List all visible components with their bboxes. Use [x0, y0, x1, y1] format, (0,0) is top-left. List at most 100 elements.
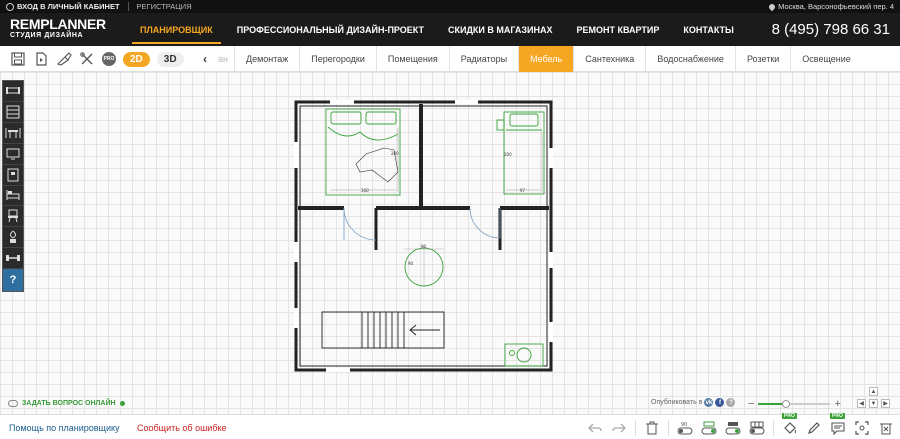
tabs-prev-arrow[interactable]: ‹ [200, 46, 210, 72]
doors [343, 207, 501, 241]
nightstand [496, 119, 505, 131]
gym-icon[interactable] [3, 248, 23, 270]
user-icon [6, 2, 14, 11]
vk-icon[interactable]: vk [704, 398, 714, 407]
category-tab[interactable]: Перегородки [299, 46, 376, 72]
pan-down-icon[interactable]: ▼ [869, 399, 878, 408]
bed2-length-label: 200 [504, 152, 512, 157]
zoom-slider-knob[interactable] [781, 400, 790, 408]
clear-plan-icon[interactable] [878, 420, 894, 436]
plant-icon[interactable] [3, 227, 23, 249]
pencil-icon[interactable] [806, 420, 822, 436]
logo-subtitle: СТУДИЯ ДИЗАЙНА [10, 32, 84, 39]
pan-controls: ▲ ◀ ▼ ▶ [854, 387, 894, 409]
online-status-dot [119, 401, 125, 406]
tab-faded[interactable]: ан [212, 46, 234, 72]
open-file-icon[interactable] [33, 51, 49, 67]
category-tab[interactable]: Мебель [518, 46, 574, 72]
category-tab[interactable]: Водоснабжение [645, 46, 735, 72]
nav-item[interactable]: Скидки в магазинах [436, 13, 564, 46]
single-bed-pillow [509, 113, 539, 127]
bottom-bar: Помощь по планировщику Сообщить об ошибк… [0, 412, 900, 439]
dining-table-icon[interactable] [3, 123, 23, 144]
tool-icons: PRO 2D 3D [10, 46, 184, 72]
chair-icon[interactable] [3, 206, 23, 228]
toggle-grid-icon[interactable] [749, 420, 765, 436]
location: Москва, Варсонофьевский пер. 4 [767, 0, 894, 13]
mode-3d-button[interactable]: 3D [156, 51, 184, 67]
nav-item[interactable]: Планировщик [128, 13, 225, 46]
phone-number[interactable]: 8 (495) 798 66 31 [772, 13, 890, 46]
report-error-link[interactable]: Сообщить об ошибке [137, 423, 227, 433]
tv-icon[interactable] [3, 144, 23, 165]
furniture [325, 108, 545, 367]
redo-icon[interactable] [611, 420, 627, 436]
mode-2d-button[interactable]: 2D [123, 51, 150, 67]
outer-wall-inner [299, 105, 548, 367]
zoom-out-button[interactable]: − [748, 398, 754, 410]
facebook-icon[interactable]: f [715, 398, 725, 407]
ask-online-label: ЗАДАТЬ ВОПРОС ОНЛАЙН [22, 400, 116, 407]
bed2-width-label: 97 [520, 188, 526, 193]
divider [773, 419, 774, 436]
door-arc-right [469, 207, 501, 239]
pro-tag: PRO [782, 412, 797, 419]
small-item [509, 350, 515, 356]
tools-icon[interactable] [79, 51, 95, 67]
help-button[interactable]: ? [3, 269, 23, 292]
sofa-icon[interactable] [3, 81, 23, 102]
category-tab[interactable]: Помещения [375, 46, 449, 72]
nav-item[interactable]: Контакты [671, 13, 745, 46]
zoom-slider[interactable] [758, 400, 831, 408]
plan-canvas[interactable]: 160 200 97 200 90 90 [0, 72, 900, 414]
location-label: Москва, Варсонофьевский пер. 4 [778, 2, 894, 11]
map-pin-icon [767, 2, 777, 11]
floor-plan[interactable]: 160 200 97 200 90 90 [0, 72, 900, 414]
small-round-seat [516, 347, 532, 363]
category-tab[interactable]: Освещение [790, 46, 862, 72]
logo[interactable]: REMPLANNER СТУДИЯ ДИЗАЙНА [10, 17, 110, 43]
brush-icon[interactable] [56, 51, 72, 67]
pan-up-icon[interactable]: ▲ [869, 387, 878, 396]
zoom-control: − + [748, 398, 841, 410]
pan-right-icon[interactable]: ▶ [881, 399, 890, 408]
category-tab[interactable]: Демонтаж [233, 46, 299, 72]
bed-icon[interactable] [3, 186, 23, 207]
toggle-walls-icon[interactable] [725, 420, 741, 436]
category-tab[interactable]: Розетки [734, 46, 790, 72]
divider [127, 2, 129, 11]
register-link[interactable]: РЕГИСТРАЦИЯ [137, 2, 192, 11]
nav-menu: Планировщик Профессиональный дизайн-проек… [128, 13, 746, 46]
help-link[interactable]: Помощь по планировщику [9, 423, 120, 433]
save-icon[interactable] [10, 51, 26, 67]
pro-badge[interactable]: PRO [102, 52, 116, 66]
zoom-in-button[interactable]: + [834, 398, 840, 410]
login-link[interactable]: ВХОД В ЛИЧНЫЙ КАБИНЕТ [6, 2, 120, 11]
table-depth-label: 90 [408, 261, 414, 266]
pan-left-icon[interactable]: ◀ [857, 399, 866, 408]
top-utility-bar: ВХОД В ЛИЧНЫЙ КАБИНЕТ РЕГИСТРАЦИЯ Москва… [0, 0, 900, 13]
comment-icon[interactable]: PRO [830, 412, 846, 436]
publish-bar: Опубликовать в vk f ? [651, 398, 736, 407]
category-tab[interactable]: Радиаторы [448, 46, 518, 72]
cabinet-icon[interactable] [3, 165, 23, 186]
category-tab[interactable]: Сантехника [573, 46, 645, 72]
double-bed [325, 108, 401, 196]
fit-screen-icon[interactable] [854, 420, 870, 436]
category-tabs: ан Демонтаж Перегородки Помещения Радиаторы… [212, 46, 862, 72]
toggle-dimensions-icon[interactable]: 90 [677, 420, 693, 436]
undo-icon[interactable] [587, 420, 603, 436]
nav-item[interactable]: Профессиональный дизайн-проект [225, 13, 436, 46]
toggle-furniture-icon[interactable] [701, 420, 717, 436]
main-navbar: REMPLANNER СТУДИЯ ДИЗАЙНА Планировщик Про… [0, 13, 900, 46]
publish-label: Опубликовать в [651, 399, 703, 406]
ask-online-button[interactable]: ЗАДАТЬ ВОПРОС ОНЛАЙН [8, 400, 125, 407]
help-circle-icon[interactable]: ? [726, 398, 736, 407]
wardrobe-icon[interactable] [3, 102, 23, 123]
paint-bucket-icon[interactable]: PRO [782, 412, 798, 436]
chat-icon [8, 400, 18, 407]
trash-icon[interactable] [644, 420, 660, 436]
login-label: ВХОД В ЛИЧНЫЙ КАБИНЕТ [17, 2, 120, 11]
nav-item[interactable]: Ремонт квартир [565, 13, 672, 46]
bed-pillow-right [365, 111, 397, 125]
